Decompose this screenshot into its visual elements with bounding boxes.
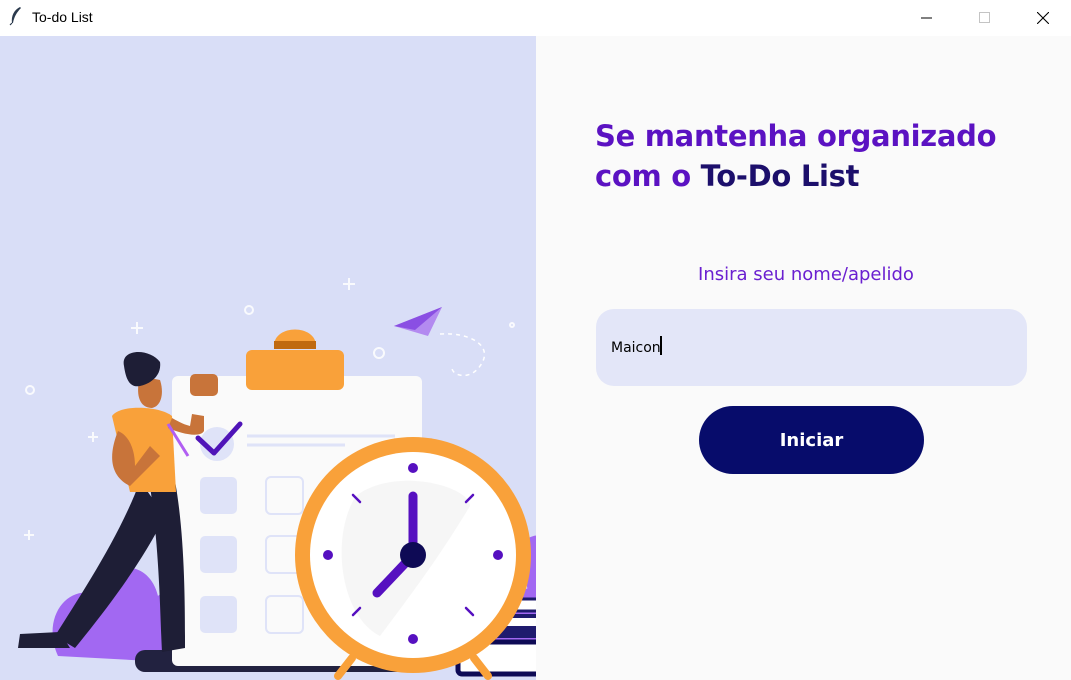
maximize-icon <box>979 11 990 23</box>
name-prompt-label: Insira seu nome/apelido <box>698 264 914 285</box>
close-button[interactable] <box>1014 0 1071 35</box>
minimize-icon <box>921 17 932 18</box>
illustration-panel <box>0 36 536 680</box>
headline-line-1: Se mantenha organizado <box>595 119 997 153</box>
person-checklist-clock-illustration <box>18 278 536 680</box>
feather-icon <box>9 7 21 26</box>
minimize-button[interactable] <box>898 0 956 35</box>
headline: Se mantenha organizado com o To-Do List <box>595 116 997 196</box>
start-button[interactable]: Iniciar <box>699 406 924 474</box>
headline-brand: To-Do List <box>700 159 860 193</box>
headline-line-2-prefix: com o <box>595 159 701 193</box>
text-caret <box>660 336 662 355</box>
window-title: To-do List <box>32 9 93 25</box>
window-titlebar: To-do List <box>0 0 1071 35</box>
close-icon <box>1037 11 1049 24</box>
maximize-button[interactable] <box>956 0 1014 35</box>
login-panel: Se mantenha organizado com o To-Do List … <box>536 36 1071 680</box>
